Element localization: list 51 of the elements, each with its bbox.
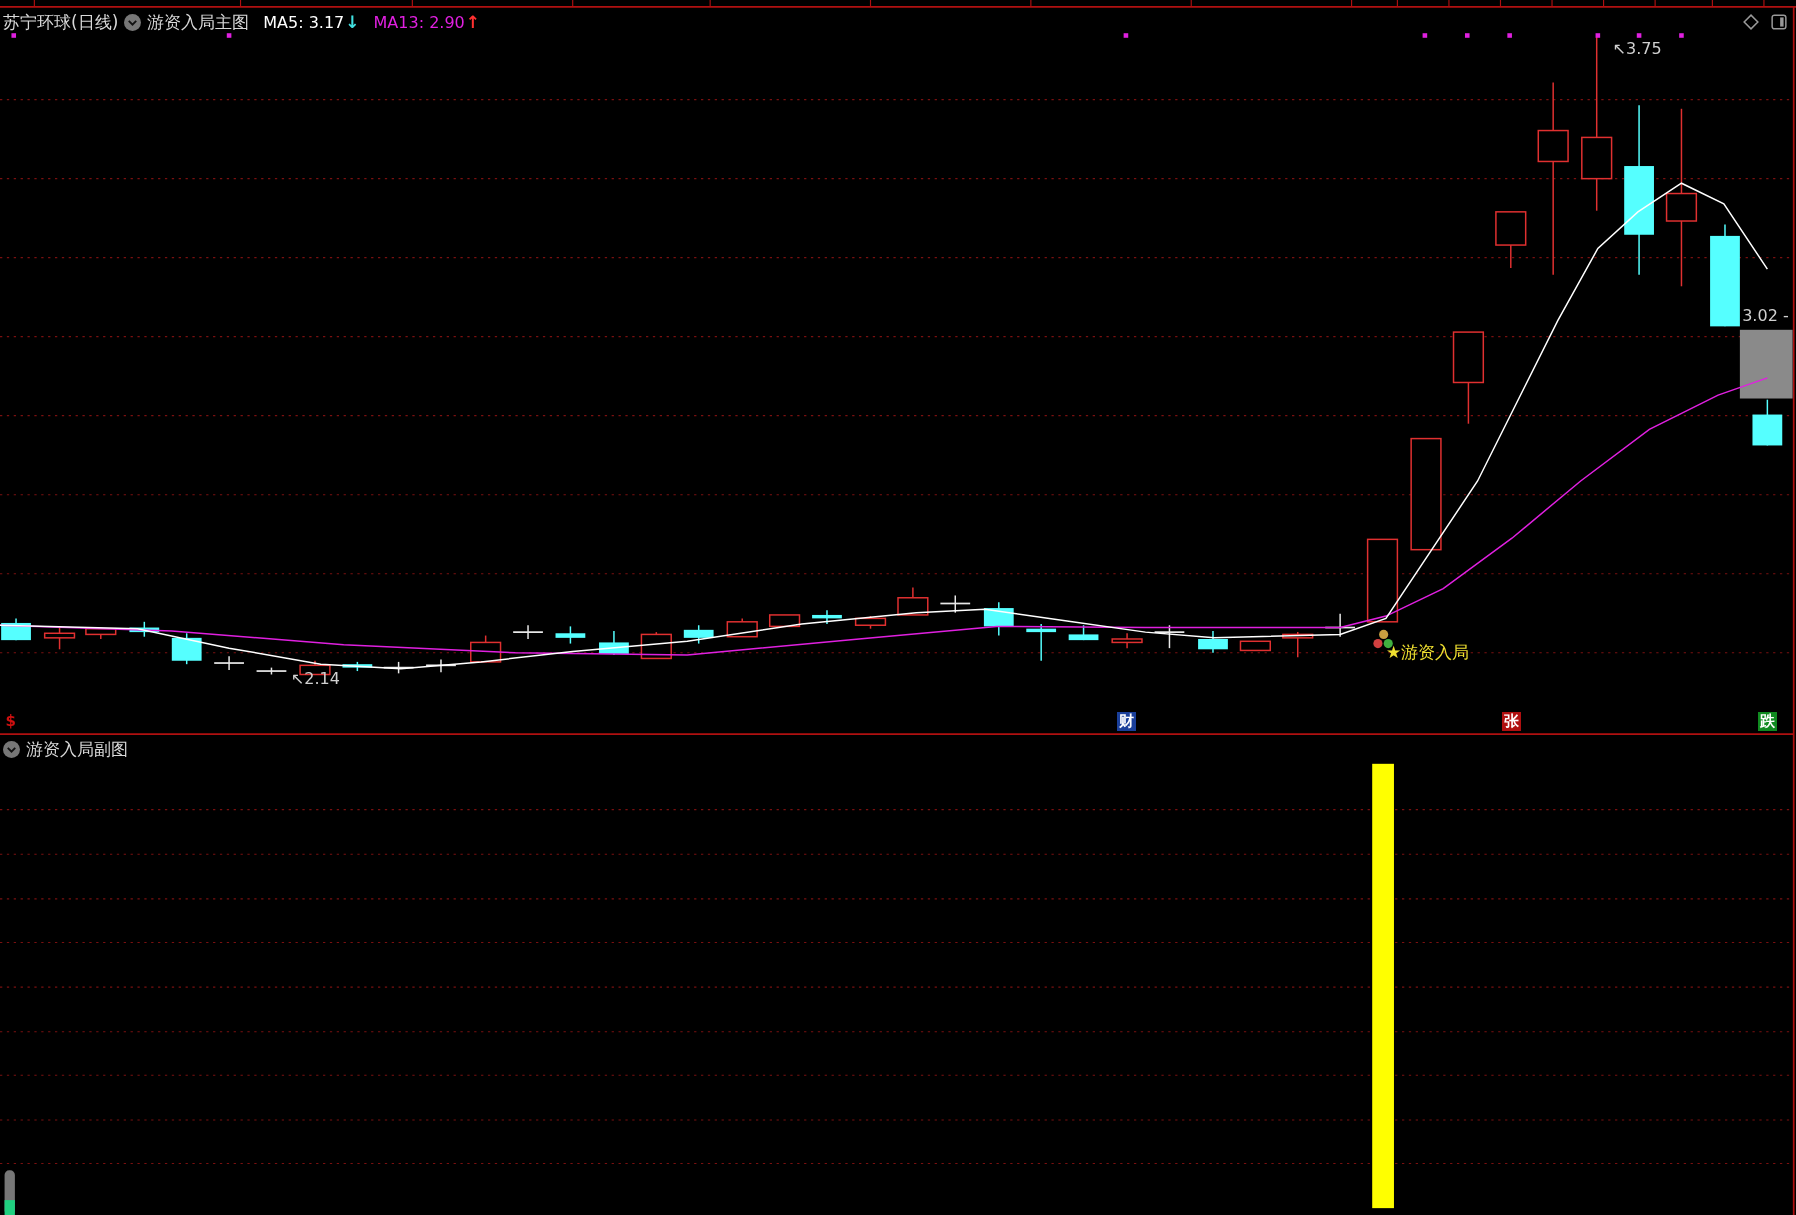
event-marker[interactable]: $ [3, 712, 18, 732]
candlestick [1495, 211, 1527, 269]
event-marker[interactable]: 张 [1501, 712, 1521, 732]
candlestick [129, 621, 160, 638]
panel-toggle-icon[interactable] [1770, 13, 1787, 30]
signal-label: ★游资入局 [1385, 641, 1470, 665]
price-label: 3.02 - [1742, 305, 1789, 325]
candlestick [1153, 624, 1186, 649]
candlestick [1198, 630, 1228, 654]
dropdown-icon[interactable] [124, 13, 142, 31]
candlestick [983, 601, 1014, 637]
candlestick [1752, 398, 1783, 447]
event-marker[interactable]: 财 [1116, 712, 1136, 732]
indicator-name: 游资入局主图 [147, 10, 250, 34]
candlestick [43, 626, 76, 651]
price-label: ↖3.75 [1612, 38, 1662, 58]
candlestick [213, 655, 245, 671]
price-label: ↖2.14 [290, 668, 340, 688]
candlestick [470, 634, 502, 663]
diamond-icon[interactable] [1743, 13, 1760, 30]
price-highlight [1739, 329, 1793, 399]
moving-average-value: MA5: 3.17 [263, 12, 345, 32]
candlestick [342, 661, 373, 672]
event-marker[interactable]: 跌 [1758, 712, 1778, 732]
subchart-title: 游资入局副图 [26, 737, 128, 761]
candlestick [683, 624, 714, 645]
trend-arrow: ↑ [465, 12, 480, 32]
candlestick [854, 615, 887, 630]
candlestick [425, 658, 457, 673]
chart-title: 苏宁环球(日线) [3, 10, 119, 34]
candlestick [1026, 623, 1057, 662]
gauge-icon [4, 1170, 15, 1215]
candlestick [768, 614, 801, 628]
candlestick [1239, 640, 1271, 652]
candlestick [1, 617, 31, 641]
candlestick [171, 632, 202, 665]
candlestick [812, 609, 842, 625]
candlestick [555, 625, 586, 645]
candlestick [726, 617, 758, 638]
candlestick [1111, 632, 1143, 649]
moving-average-value: MA13: 2.90 [373, 12, 465, 32]
candlestick [512, 624, 544, 640]
trend-arrow: ↓ [345, 12, 360, 32]
candlestick [939, 594, 971, 614]
candlestick [1068, 624, 1099, 641]
candlestick [599, 630, 629, 656]
candlestick [897, 586, 929, 616]
candlestick [255, 666, 288, 676]
candlestick [1282, 631, 1314, 659]
candlestick [85, 627, 117, 640]
dropdown-icon[interactable] [3, 740, 20, 758]
